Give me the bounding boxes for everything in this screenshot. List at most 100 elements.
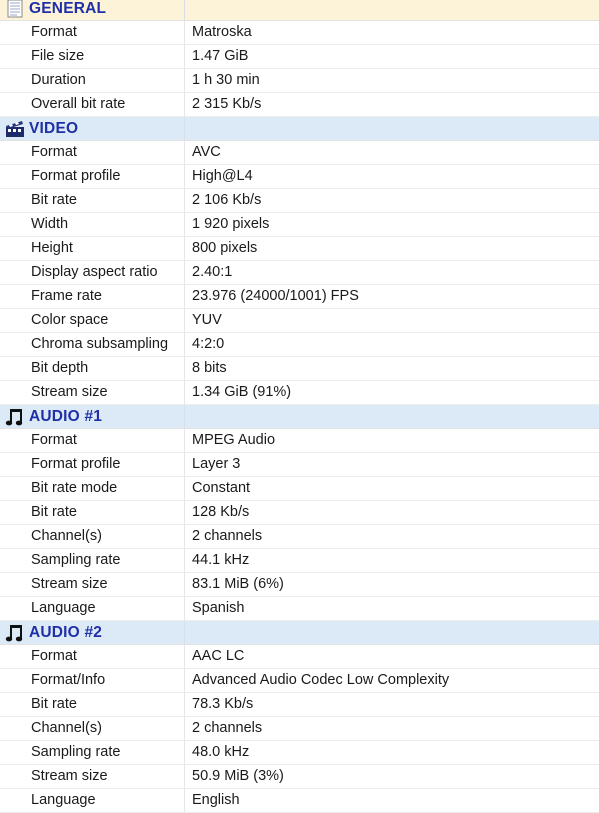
table-row[interactable]: Language Spanish bbox=[0, 597, 599, 621]
row-value: High@L4 bbox=[192, 168, 253, 184]
table-row[interactable]: Format profile High@L4 bbox=[0, 165, 599, 189]
row-label: Format profile bbox=[0, 453, 185, 476]
row-label: Sampling rate bbox=[0, 741, 185, 764]
section-title: GENERAL bbox=[29, 0, 107, 17]
row-value: 83.1 MiB (6%) bbox=[192, 576, 284, 592]
row-value: 128 Kb/s bbox=[192, 504, 250, 520]
row-label: Stream size bbox=[0, 765, 185, 788]
row-value: 44.1 kHz bbox=[192, 552, 250, 568]
film-clapper-icon bbox=[4, 119, 26, 139]
table-row[interactable]: Height 800 pixels bbox=[0, 237, 599, 261]
table-row[interactable]: Format profile Layer 3 bbox=[0, 453, 599, 477]
row-value: 1.34 GiB (91%) bbox=[192, 384, 292, 400]
document-icon bbox=[4, 0, 26, 19]
row-label: Format/Info bbox=[0, 669, 185, 692]
row-label: Language bbox=[0, 597, 185, 620]
row-label: File size bbox=[0, 45, 185, 68]
row-label: Channel(s) bbox=[0, 717, 185, 740]
row-label: Height bbox=[0, 237, 185, 260]
row-value: English bbox=[192, 792, 240, 808]
row-label: Channel(s) bbox=[0, 525, 185, 548]
row-label: Bit rate bbox=[0, 189, 185, 212]
table-row[interactable]: Format AVC bbox=[0, 141, 599, 165]
table-row[interactable]: Stream size 1.34 GiB (91%) bbox=[0, 381, 599, 405]
row-value: Advanced Audio Codec Low Complexity bbox=[192, 672, 450, 688]
table-row[interactable]: Format AAC LC bbox=[0, 645, 599, 669]
section-title: AUDIO #1 bbox=[29, 408, 103, 425]
row-label: Chroma subsampling bbox=[0, 333, 185, 356]
row-value: Constant bbox=[192, 480, 251, 496]
table-row[interactable]: Bit rate mode Constant bbox=[0, 477, 599, 501]
row-label: Overall bit rate bbox=[0, 93, 185, 116]
row-value: YUV bbox=[192, 312, 222, 328]
row-value: 2 106 Kb/s bbox=[192, 192, 262, 208]
row-label: Display aspect ratio bbox=[0, 261, 185, 284]
section-header-audio-1[interactable]: AUDIO #1 bbox=[0, 405, 599, 429]
row-value: 1 h 30 min bbox=[192, 72, 260, 88]
table-row[interactable]: Width 1 920 pixels bbox=[0, 213, 599, 237]
row-value: 50.9 MiB (3%) bbox=[192, 768, 284, 784]
row-value: 2 channels bbox=[192, 720, 263, 736]
row-label: Stream size bbox=[0, 573, 185, 596]
row-label: Bit depth bbox=[0, 357, 185, 380]
row-value: Spanish bbox=[192, 600, 245, 616]
section-title: AUDIO #2 bbox=[29, 624, 103, 641]
row-label: Bit rate mode bbox=[0, 477, 185, 500]
row-value: 800 pixels bbox=[192, 240, 258, 256]
section-title: VIDEO bbox=[29, 120, 79, 137]
row-value: 1.47 GiB bbox=[192, 48, 249, 64]
table-row[interactable]: Stream size 83.1 MiB (6%) bbox=[0, 573, 599, 597]
table-row[interactable]: Duration 1 h 30 min bbox=[0, 69, 599, 93]
row-label: Bit rate bbox=[0, 693, 185, 716]
row-value: 1 920 pixels bbox=[192, 216, 270, 232]
table-row[interactable]: Format Matroska bbox=[0, 21, 599, 45]
table-row[interactable]: Channel(s) 2 channels bbox=[0, 717, 599, 741]
row-label: Width bbox=[0, 213, 185, 236]
row-label: Color space bbox=[0, 309, 185, 332]
table-row[interactable]: Sampling rate 44.1 kHz bbox=[0, 549, 599, 573]
table-row[interactable]: Format/Info Advanced Audio Codec Low Comp… bbox=[0, 669, 599, 693]
row-value: 4:2:0 bbox=[192, 336, 225, 352]
row-label: Format bbox=[0, 429, 185, 452]
row-value: 78.3 Kb/s bbox=[192, 696, 254, 712]
section-header-audio-2[interactable]: AUDIO #2 bbox=[0, 621, 599, 645]
row-value: Matroska bbox=[192, 24, 252, 40]
row-value: AVC bbox=[192, 144, 221, 160]
table-row[interactable]: Stream size 50.9 MiB (3%) bbox=[0, 765, 599, 789]
row-label: Format bbox=[0, 141, 185, 164]
row-value: 2.40:1 bbox=[192, 264, 233, 280]
table-row[interactable]: Overall bit rate 2 315 Kb/s bbox=[0, 93, 599, 117]
row-label: Frame rate bbox=[0, 285, 185, 308]
table-row[interactable]: Bit rate 2 106 Kb/s bbox=[0, 189, 599, 213]
row-label: Duration bbox=[0, 69, 185, 92]
table-row[interactable]: Display aspect ratio 2.40:1 bbox=[0, 261, 599, 285]
row-value: 2 channels bbox=[192, 528, 263, 544]
row-value: 23.976 (24000/1001) FPS bbox=[192, 288, 359, 304]
table-row[interactable]: File size 1.47 GiB bbox=[0, 45, 599, 69]
row-label: Format bbox=[0, 645, 185, 668]
section-header-video[interactable]: VIDEO bbox=[0, 117, 599, 141]
media-info-table: GENERAL Format Matroska File size 1.47 GiB… bbox=[0, 0, 599, 813]
table-row[interactable]: Frame rate 23.976 (24000/1001) FPS bbox=[0, 285, 599, 309]
row-value: Layer 3 bbox=[192, 456, 241, 472]
table-row[interactable]: Chroma subsampling 4:2:0 bbox=[0, 333, 599, 357]
row-label: Format bbox=[0, 21, 185, 44]
table-row[interactable]: Format MPEG Audio bbox=[0, 429, 599, 453]
row-value: 8 bits bbox=[192, 360, 227, 376]
music-note-icon bbox=[4, 623, 26, 643]
section-header-general[interactable]: GENERAL bbox=[0, 0, 599, 21]
row-value: 48.0 kHz bbox=[192, 744, 250, 760]
row-label: Sampling rate bbox=[0, 549, 185, 572]
music-note-icon bbox=[4, 407, 26, 427]
row-value: 2 315 Kb/s bbox=[192, 96, 262, 112]
table-row[interactable]: Bit depth 8 bits bbox=[0, 357, 599, 381]
table-row[interactable]: Bit rate 78.3 Kb/s bbox=[0, 693, 599, 717]
row-label: Stream size bbox=[0, 381, 185, 404]
table-row[interactable]: Language English bbox=[0, 789, 599, 813]
table-row[interactable]: Color space YUV bbox=[0, 309, 599, 333]
table-row[interactable]: Channel(s) 2 channels bbox=[0, 525, 599, 549]
row-label: Format profile bbox=[0, 165, 185, 188]
table-row[interactable]: Sampling rate 48.0 kHz bbox=[0, 741, 599, 765]
table-row[interactable]: Bit rate 128 Kb/s bbox=[0, 501, 599, 525]
row-value: MPEG Audio bbox=[192, 432, 276, 448]
